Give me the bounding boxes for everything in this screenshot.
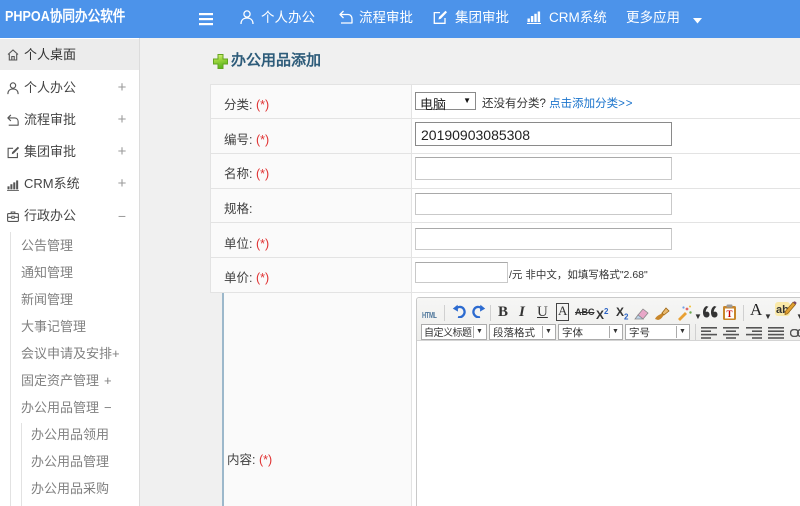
svg-text:T: T xyxy=(726,309,732,319)
